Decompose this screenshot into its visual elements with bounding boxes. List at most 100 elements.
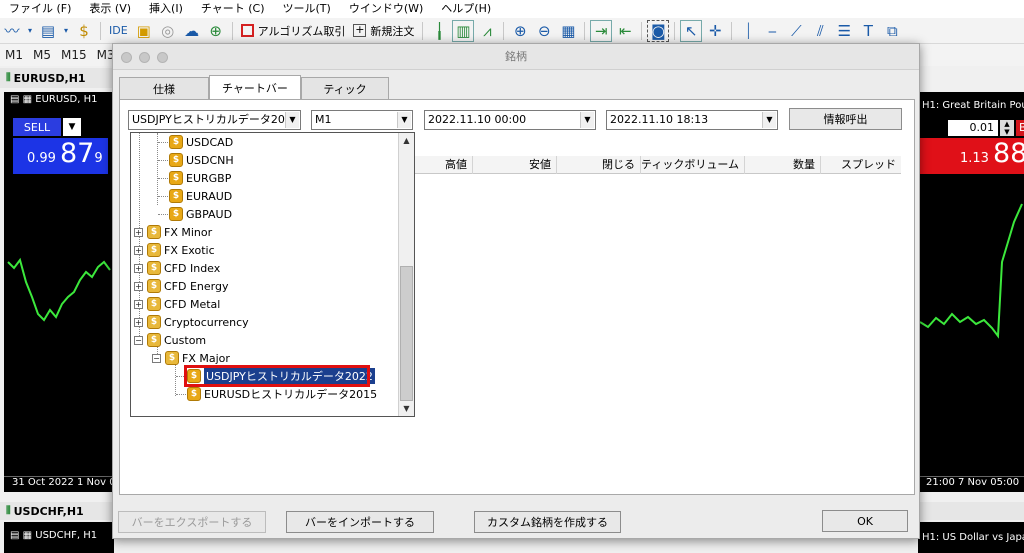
lot-size-input[interactable]: 0.01 (948, 120, 998, 136)
new-order-button[interactable]: + 新規注文 (350, 20, 417, 42)
date-to-picker[interactable]: 2022.11.10 18:13 ▼ (606, 110, 778, 130)
expand-icon[interactable]: + (134, 263, 143, 273)
scroll-up-icon[interactable]: ▲ (399, 133, 414, 148)
autoscroll-icon[interactable]: ⇥ (590, 19, 613, 42)
grid-icon[interactable]: ▦ (557, 20, 579, 42)
line-icon[interactable]: ⩘ (476, 20, 498, 42)
request-button[interactable]: 情報呼出 (789, 108, 902, 130)
scroll-down-icon[interactable]: ▼ (399, 401, 414, 416)
tree-item-gbpaud[interactable]: $ GBPAUD (169, 205, 232, 223)
tree-group-custom[interactable]: − $ Custom (134, 331, 206, 349)
trendline-icon[interactable]: ⟋ (785, 20, 807, 42)
ok-button[interactable]: OK (822, 510, 908, 532)
sell-button[interactable]: SELL (13, 118, 61, 136)
horizontal-line-icon[interactable]: ⎯ (761, 20, 783, 42)
dropdown-arrow-icon[interactable]: ▾ (25, 20, 35, 42)
new-chart-icon[interactable]: ▤ (37, 20, 59, 42)
dialog-titlebar[interactable]: 銘柄 (113, 44, 919, 70)
tab-ticks[interactable]: ティック (301, 77, 389, 99)
create-custom-symbol-button[interactable]: カスタム銘柄を作成する (474, 511, 621, 533)
dollar-icon[interactable]: $ (73, 20, 95, 42)
menu-help[interactable]: ヘルプ(H) (432, 0, 500, 18)
globe-add-icon[interactable]: ⊕ (205, 20, 227, 42)
buy-button[interactable]: BU (1016, 120, 1024, 136)
chart-tab-label: EURUSD,H1 (13, 71, 86, 85)
column-high[interactable]: 高値 (413, 156, 473, 174)
collapse-icon[interactable]: − (134, 335, 143, 345)
lock-icon[interactable]: ▣ (133, 20, 155, 42)
menu-window[interactable]: ウインドウ(W) (340, 0, 432, 18)
chevron-down-icon: ▼ (397, 112, 411, 128)
algo-trading-button[interactable]: アルゴリズム取引 (238, 20, 349, 42)
column-low[interactable]: 安値 (473, 156, 557, 174)
collapse-icon[interactable]: − (152, 353, 161, 363)
dropdown-arrow-icon[interactable]: ▾ (61, 20, 71, 42)
tree-item-eurusd-2015[interactable]: $ EURUSDヒストリカルデータ2015 (187, 385, 377, 403)
tree-item-eurgbp[interactable]: $ EURGBP (169, 169, 231, 187)
chart-usdchf[interactable]: ▤ ▦ USDCHF, H1 (4, 522, 114, 553)
menu-chart[interactable]: チャート (C) (192, 0, 274, 18)
shapes-icon[interactable]: ⧉ (881, 20, 903, 42)
chart-shift-icon[interactable]: ⇤ (614, 20, 636, 42)
tab-chart-bars[interactable]: チャートバー (209, 75, 301, 99)
vertical-line-icon[interactable]: ⏐ (737, 20, 759, 42)
expand-icon[interactable]: + (134, 281, 143, 291)
date-from-picker[interactable]: 2022.11.10 00:00 ▼ (424, 110, 596, 130)
expand-icon[interactable]: + (134, 245, 143, 255)
tree-group-cfd-metal[interactable]: + $ CFD Metal (134, 295, 220, 313)
menu-file[interactable]: ファイル (F) (0, 0, 80, 18)
timeframe-m1[interactable]: M1 (0, 48, 28, 62)
selection-highlight-box (184, 365, 370, 387)
fibonacci-icon[interactable]: ☰ (833, 20, 855, 42)
candlestick-icon[interactable]: ▥ (452, 19, 475, 42)
column-spread[interactable]: スプレッド (821, 156, 901, 174)
tree-group-fx-minor[interactable]: + $ FX Minor (134, 223, 212, 241)
text-icon[interactable]: T (857, 20, 879, 42)
price-small: 0.99 (27, 151, 56, 166)
tree-item-euraud[interactable]: $ EURAUD (169, 187, 232, 205)
screenshot-icon[interactable]: ◙ (647, 19, 670, 42)
menu-tools[interactable]: ツール(T) (274, 0, 340, 18)
symbol-tree-dropdown[interactable]: $ USDCAD $ USDCNH $ EURGBP $ EURAUD $ GB… (130, 132, 415, 417)
buy-price[interactable]: 1.13 88 (918, 138, 1024, 174)
tab-specification[interactable]: 仕様 (119, 77, 209, 99)
cursor-icon[interactable]: ↖ (680, 19, 703, 42)
expand-icon[interactable]: + (134, 227, 143, 237)
lot-spinner[interactable]: ▲ ▼ (1000, 120, 1014, 136)
cloud-icon[interactable]: ☁ (181, 20, 203, 42)
chevron-down-icon[interactable]: ▼ (63, 118, 81, 136)
tree-item-usdcad[interactable]: $ USDCAD (169, 133, 233, 151)
chart-tab-icon: ⫴ (6, 504, 11, 517)
crosshair-icon[interactable]: ✛ (704, 20, 726, 42)
zoom-out-icon[interactable]: ⊖ (533, 20, 555, 42)
chart-usdjpy[interactable]: H1: US Dollar vs Japane (918, 522, 1024, 553)
menu-insert[interactable]: 挿入(I) (140, 0, 192, 18)
bar-chart-icon[interactable]: ╽ (428, 20, 450, 42)
tree-group-cfd-energy[interactable]: + $ CFD Energy (134, 277, 229, 295)
symbol-select[interactable]: USDJPYヒストリカルデータ2022 ▼ (128, 110, 301, 130)
tree-item-usdcnh[interactable]: $ USDCNH (169, 151, 234, 169)
tree-group-cryptocurrency[interactable]: + $ Cryptocurrency (134, 313, 249, 331)
timeframe-m5[interactable]: M5 (28, 48, 56, 62)
column-tick-volume[interactable]: ティックボリューム (641, 156, 745, 174)
chart-window-tab[interactable]: ⫴ EURUSD,H1 (0, 68, 120, 88)
ide-button[interactable]: IDE (106, 20, 131, 42)
zoom-in-icon[interactable]: ⊕ (509, 20, 531, 42)
expand-icon[interactable]: + (134, 317, 143, 327)
signal-icon[interactable]: ◎ (157, 20, 179, 42)
menu-view[interactable]: 表示 (V) (80, 0, 140, 18)
timeframe-m15[interactable]: M15 (56, 48, 92, 62)
tree-scrollbar[interactable]: ▲ ▼ (398, 133, 414, 416)
channel-icon[interactable]: ⫽ (809, 20, 831, 42)
scrollbar-thumb[interactable] (400, 266, 413, 401)
column-close[interactable]: 閉じる (557, 156, 641, 174)
line-chart-icon[interactable]: 〰 (1, 20, 23, 42)
import-bars-button[interactable]: バーをインポートする (286, 511, 434, 533)
column-volume[interactable]: 数量 (745, 156, 821, 174)
sell-price[interactable]: 0.99 87 9 (13, 138, 108, 174)
export-bars-button[interactable]: バーをエクスポートする (118, 511, 266, 533)
expand-icon[interactable]: + (134, 299, 143, 309)
tree-group-fx-exotic[interactable]: + $ FX Exotic (134, 241, 215, 259)
tree-group-cfd-index[interactable]: + $ CFD Index (134, 259, 220, 277)
timeframe-select[interactable]: M1 ▼ (311, 110, 413, 130)
